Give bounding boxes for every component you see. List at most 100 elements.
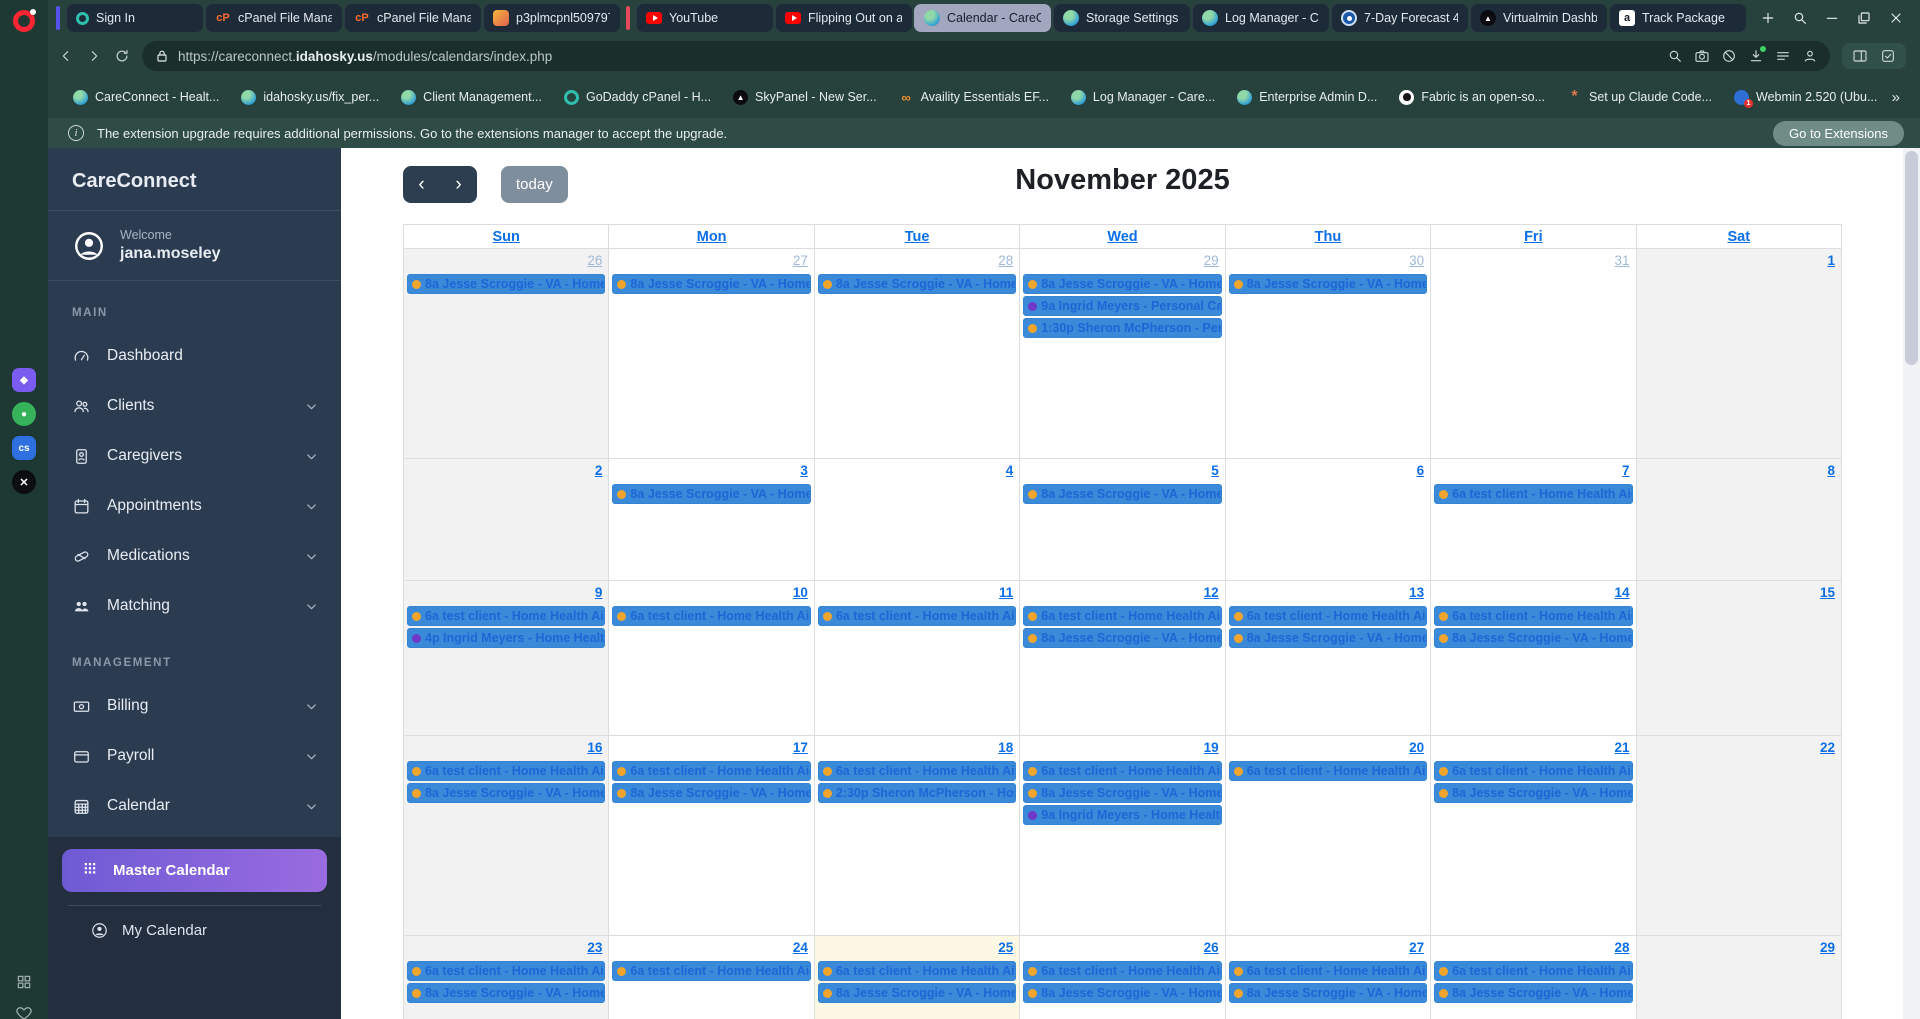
calendar-event[interactable]: 8a Jesse Scroggie - VA - Homem	[1229, 983, 1427, 1003]
day-number[interactable]: 15	[1820, 585, 1835, 600]
calendar-event[interactable]: 6a test client - Home Health Aid	[1434, 484, 1632, 504]
day-cell-28-other-month[interactable]: 288a Jesse Scroggie - VA - Homem	[815, 249, 1020, 459]
tab-tiling-icon[interactable]	[1852, 48, 1868, 64]
calendar-event[interactable]: 2:30p Sheron McPherson - Hom	[818, 783, 1016, 803]
day-cell-5[interactable]: 58a Jesse Scroggie - VA - Homem	[1020, 459, 1225, 581]
bookmarks-overflow-chevron[interactable]: »	[1886, 89, 1906, 106]
day-number[interactable]: 28	[998, 253, 1013, 268]
day-number[interactable]: 29	[1204, 253, 1219, 268]
day-cell-17[interactable]: 176a test client - Home Health Aid8a Jes…	[609, 736, 814, 936]
day-number[interactable]: 29	[1820, 940, 1835, 955]
calendar-event[interactable]: 6a test client - Home Health Aid	[1434, 761, 1632, 781]
tab-log-manager-car[interactable]: Log Manager - Car	[1192, 4, 1329, 32]
day-number[interactable]: 27	[793, 253, 808, 268]
day-cell-13[interactable]: 136a test client - Home Health Aid8a Jes…	[1226, 581, 1431, 736]
calendar-event[interactable]: 6a test client - Home Health Aid	[1229, 606, 1427, 626]
bookmark-client-management[interactable]: Client Management...	[392, 85, 551, 110]
calendar-event[interactable]: 6a test client - Home Health Aid	[407, 961, 605, 981]
day-cell-8[interactable]: 8	[1637, 459, 1842, 581]
day-number[interactable]: 10	[793, 585, 808, 600]
day-number[interactable]: 24	[793, 940, 808, 955]
day-cell-23[interactable]: 236a test client - Home Health Aid8a Jes…	[404, 936, 609, 1019]
minimize-button[interactable]	[1824, 10, 1840, 26]
day-cell-29-other-month[interactable]: 29 8a Jesse Scroggie - VA - Homem9a Ingri…	[1020, 249, 1225, 459]
day-number[interactable]: 13	[1409, 585, 1424, 600]
calendar-event[interactable]: 8a Jesse Scroggie - VA - Homem	[1023, 274, 1221, 294]
day-cell-3[interactable]: 38a Jesse Scroggie - VA - Homem	[609, 459, 814, 581]
calendar-event[interactable]: 6a test client - Home Health Aid	[407, 606, 605, 626]
day-number[interactable]: 8	[1827, 463, 1835, 478]
tab-cpanel-file-manager[interactable]: cPcPanel File Manager	[205, 4, 342, 32]
day-cell-26[interactable]: 266a test client - Home Health Aid8a Jes…	[1020, 936, 1225, 1019]
weekday-thu[interactable]: Thu	[1226, 225, 1431, 249]
day-number[interactable]: 18	[998, 740, 1013, 755]
sidebar-item-clients[interactable]: Clients	[48, 381, 341, 431]
calendar-event[interactable]: 8a Jesse Scroggie - VA - Homem	[1023, 783, 1221, 803]
sidebar-item-dashboard[interactable]: Dashboard	[48, 331, 341, 381]
day-cell-28[interactable]: 286a test client - Home Health Aid8a Jes…	[1431, 936, 1636, 1019]
sidebar-item-appointments[interactable]: Appointments	[48, 481, 341, 531]
day-cell-11[interactable]: 116a test client - Home Health Aid	[815, 581, 1020, 736]
day-number[interactable]: 21	[1615, 740, 1630, 755]
snapshot-camera-icon[interactable]	[1694, 48, 1710, 64]
calendar-event[interactable]: 6a test client - Home Health Aid	[818, 961, 1016, 981]
search-icon[interactable]	[1792, 10, 1808, 26]
day-number[interactable]: 4	[1006, 463, 1014, 478]
calendar-event[interactable]: 8a Jesse Scroggie - VA - Homem	[1023, 628, 1221, 648]
calendar-event[interactable]: 6a test client - Home Health Aid	[1229, 761, 1427, 781]
calendar-event[interactable]: 6a test client - Home Health Aid	[1023, 761, 1221, 781]
find-in-page-icon[interactable]	[1667, 48, 1683, 64]
tab-calendar-careconnect[interactable]: Calendar - CareConnect	[914, 4, 1051, 32]
calendar-event[interactable]: 8a Jesse Scroggie - VA - Homem	[612, 274, 810, 294]
day-number[interactable]: 1	[1827, 253, 1835, 268]
calendar-event[interactable]: 6a test client - Home Health Aid	[612, 961, 810, 981]
calendar-event[interactable]: 6a test client - Home Health Aid	[612, 761, 810, 781]
day-number[interactable]: 26	[587, 253, 602, 268]
day-cell-27[interactable]: 276a test client - Home Health Aid8a Jes…	[1226, 936, 1431, 1019]
grid-icon[interactable]	[15, 973, 33, 991]
calendar-event[interactable]: 9a Ingrid Meyers - Personal Car	[1023, 296, 1221, 316]
calendar-event[interactable]: 1:30p Sheron McPherson - Pers	[1023, 318, 1221, 338]
download-icon[interactable]	[1748, 48, 1764, 64]
reading-list-icon[interactable]	[1775, 48, 1791, 64]
tab-storage-settings-c[interactable]: Storage Settings - C	[1053, 4, 1190, 32]
profile-icon[interactable]	[1802, 48, 1818, 64]
tab-flipping-out-on-a-c[interactable]: Flipping Out on a C	[775, 4, 912, 32]
workspace-x-icon[interactable]: ✕	[12, 470, 36, 494]
day-cell-4[interactable]: 4	[815, 459, 1020, 581]
day-cell-25[interactable]: 256a test client - Home Health Aid8a Jes…	[815, 936, 1020, 1019]
prev-month-button[interactable]: ‹	[403, 166, 440, 203]
day-number[interactable]: 25	[998, 940, 1013, 955]
day-cell-20[interactable]: 206a test client - Home Health Aid	[1226, 736, 1431, 936]
day-number[interactable]: 16	[587, 740, 602, 755]
day-number[interactable]: 23	[587, 940, 602, 955]
weekday-wed[interactable]: Wed	[1020, 225, 1225, 249]
sidebar-item-billing[interactable]: Billing	[48, 681, 341, 731]
day-cell-19[interactable]: 196a test client - Home Health Aid8a Jes…	[1020, 736, 1225, 936]
day-number[interactable]: 7	[1622, 463, 1630, 478]
day-number[interactable]: 22	[1820, 740, 1835, 755]
day-number[interactable]: 2	[595, 463, 603, 478]
day-cell-2[interactable]: 2	[404, 459, 609, 581]
day-number[interactable]: 31	[1615, 253, 1630, 268]
day-number[interactable]: 30	[1409, 253, 1424, 268]
tab-sign-in[interactable]: Sign In	[66, 4, 203, 32]
weekday-mon[interactable]: Mon	[609, 225, 814, 249]
calendar-event[interactable]: 8a Jesse Scroggie - VA - Homem	[612, 783, 810, 803]
calendar-event[interactable]: 6a test client - Home Health Aid	[1229, 961, 1427, 981]
tab-virtualmin-dashboa[interactable]: ▲Virtualmin Dashboa	[1470, 4, 1607, 32]
calendar-event[interactable]: 8a Jesse Scroggie - VA - Homem	[1434, 628, 1632, 648]
calendar-event[interactable]: 8a Jesse Scroggie - VA - Homem	[1229, 274, 1427, 294]
bookmark-enterprise-admin-d[interactable]: Enterprise Admin D...	[1228, 85, 1386, 110]
bookmark-set-up-claude-code[interactable]: *Set up Claude Code...	[1558, 85, 1721, 110]
day-number[interactable]: 5	[1211, 463, 1219, 478]
opera-logo-icon[interactable]	[13, 10, 35, 32]
day-cell-24[interactable]: 24 6a test client - Home Health Aid	[609, 936, 814, 1019]
calendar-event[interactable]: 8a Jesse Scroggie - VA - Homem	[1434, 983, 1632, 1003]
tab-youtube[interactable]: YouTube	[636, 4, 773, 32]
tab-p3plmcpnl509797-p[interactable]: p3plmcpnl509797.p	[483, 4, 620, 32]
day-cell-15[interactable]: 15	[1637, 581, 1842, 736]
sidebar-item-caregivers[interactable]: Caregivers	[48, 431, 341, 481]
day-cell-18[interactable]: 186a test client - Home Health Aid2:30p …	[815, 736, 1020, 936]
tab-cpanel-file-manager[interactable]: cPcPanel File Manager	[344, 4, 481, 32]
